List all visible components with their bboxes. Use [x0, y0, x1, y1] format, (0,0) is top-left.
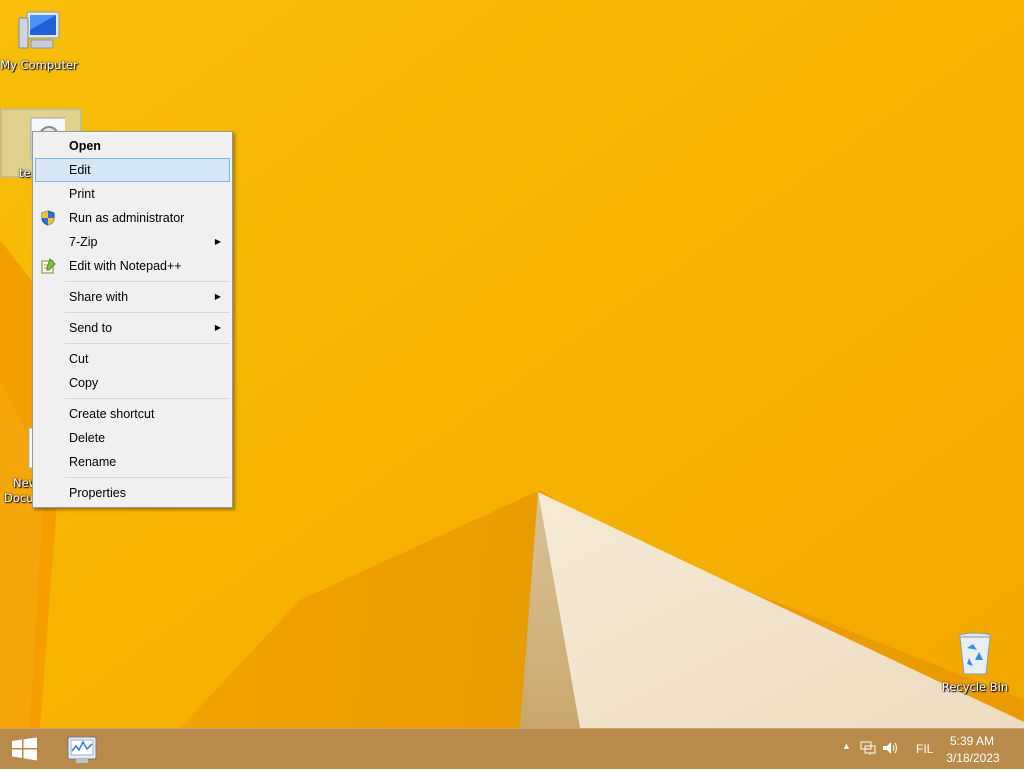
menu-item-label: Rename	[69, 455, 117, 469]
menu-separator	[65, 343, 230, 344]
windows-logo-icon	[4, 737, 44, 769]
desktop-icon-label: Recycle Bin	[941, 680, 1009, 694]
menu-item-edit[interactable]: Edit	[35, 158, 230, 182]
menu-item-label: Share with	[69, 290, 129, 304]
submenu-arrow-icon: ▶	[214, 323, 221, 332]
menu-item-label: Edit	[69, 163, 91, 177]
menu-separator	[65, 281, 230, 282]
volume-icon[interactable]	[882, 740, 900, 759]
menu-item-label: Copy	[69, 376, 99, 390]
computer-icon	[15, 8, 63, 56]
submenu-arrow-icon: ▶	[214, 292, 221, 301]
menu-item-label: Cut	[69, 352, 89, 366]
menu-item-label: Edit with Notepad++	[69, 259, 182, 273]
menu-separator	[65, 477, 230, 478]
menu-separator	[65, 312, 230, 313]
menu-item-share-with[interactable]: Share with ▶	[35, 285, 230, 309]
submenu-arrow-icon: ▶	[214, 237, 221, 246]
menu-item-label: Delete	[69, 431, 106, 445]
menu-item-delete[interactable]: Delete	[35, 426, 230, 450]
network-icon[interactable]	[860, 740, 876, 759]
menu-item-label: Run as administrator	[69, 211, 185, 225]
notepad-plus-plus-icon	[40, 258, 56, 274]
taskbar-app-performance-monitor[interactable]	[60, 731, 104, 767]
menu-item-edit-with-notepad-plus-plus[interactable]: Edit with Notepad++	[35, 254, 230, 278]
menu-item-run-as-administrator[interactable]: Run as administrator	[35, 206, 230, 230]
desktop[interactable]: My Computer te New Text Document.txt	[0, 0, 1024, 728]
menu-item-cut[interactable]: Cut	[35, 347, 230, 371]
menu-item-label: Create shortcut	[69, 407, 155, 421]
input-language-indicator[interactable]: FIL	[916, 742, 933, 756]
taskbar: ▲ FIL 5:39 AM 3/18/2023	[0, 728, 1024, 769]
menu-item-label: Print	[69, 187, 95, 201]
menu-item-open[interactable]: Open	[35, 134, 230, 158]
menu-item-create-shortcut[interactable]: Create shortcut	[35, 402, 230, 426]
menu-item-properties[interactable]: Properties	[35, 481, 230, 505]
menu-item-label: Send to	[69, 321, 113, 335]
performance-monitor-icon	[60, 736, 104, 771]
menu-item-send-to[interactable]: Send to ▶	[35, 316, 230, 340]
desktop-icon-my-computer[interactable]: My Computer	[0, 8, 78, 73]
context-menu: Open Edit Print Run as administrator 7-Z…	[32, 131, 233, 508]
clock-time[interactable]: 5:39 AM	[942, 734, 1002, 748]
menu-item-label: Open	[69, 139, 101, 153]
recycle-bin-icon	[951, 630, 999, 678]
show-hidden-icons-button[interactable]: ▲	[842, 741, 851, 751]
menu-item-copy[interactable]: Copy	[35, 371, 230, 395]
system-tray: ▲ FIL 5:39 AM 3/18/2023	[824, 729, 1024, 769]
menu-item-label: Properties	[69, 486, 126, 500]
menu-item-7zip[interactable]: 7-Zip ▶	[35, 230, 230, 254]
clock-date[interactable]: 3/18/2023	[938, 751, 1008, 765]
menu-separator	[65, 398, 230, 399]
uac-shield-icon	[40, 210, 56, 226]
menu-item-rename[interactable]: Rename	[35, 450, 230, 474]
menu-item-label: 7-Zip	[69, 235, 98, 249]
desktop-icon-label: My Computer	[0, 58, 78, 72]
menu-item-print[interactable]: Print	[35, 182, 230, 206]
start-button[interactable]	[4, 733, 44, 765]
desktop-icon-recycle-bin[interactable]: Recycle Bin	[936, 630, 1014, 695]
